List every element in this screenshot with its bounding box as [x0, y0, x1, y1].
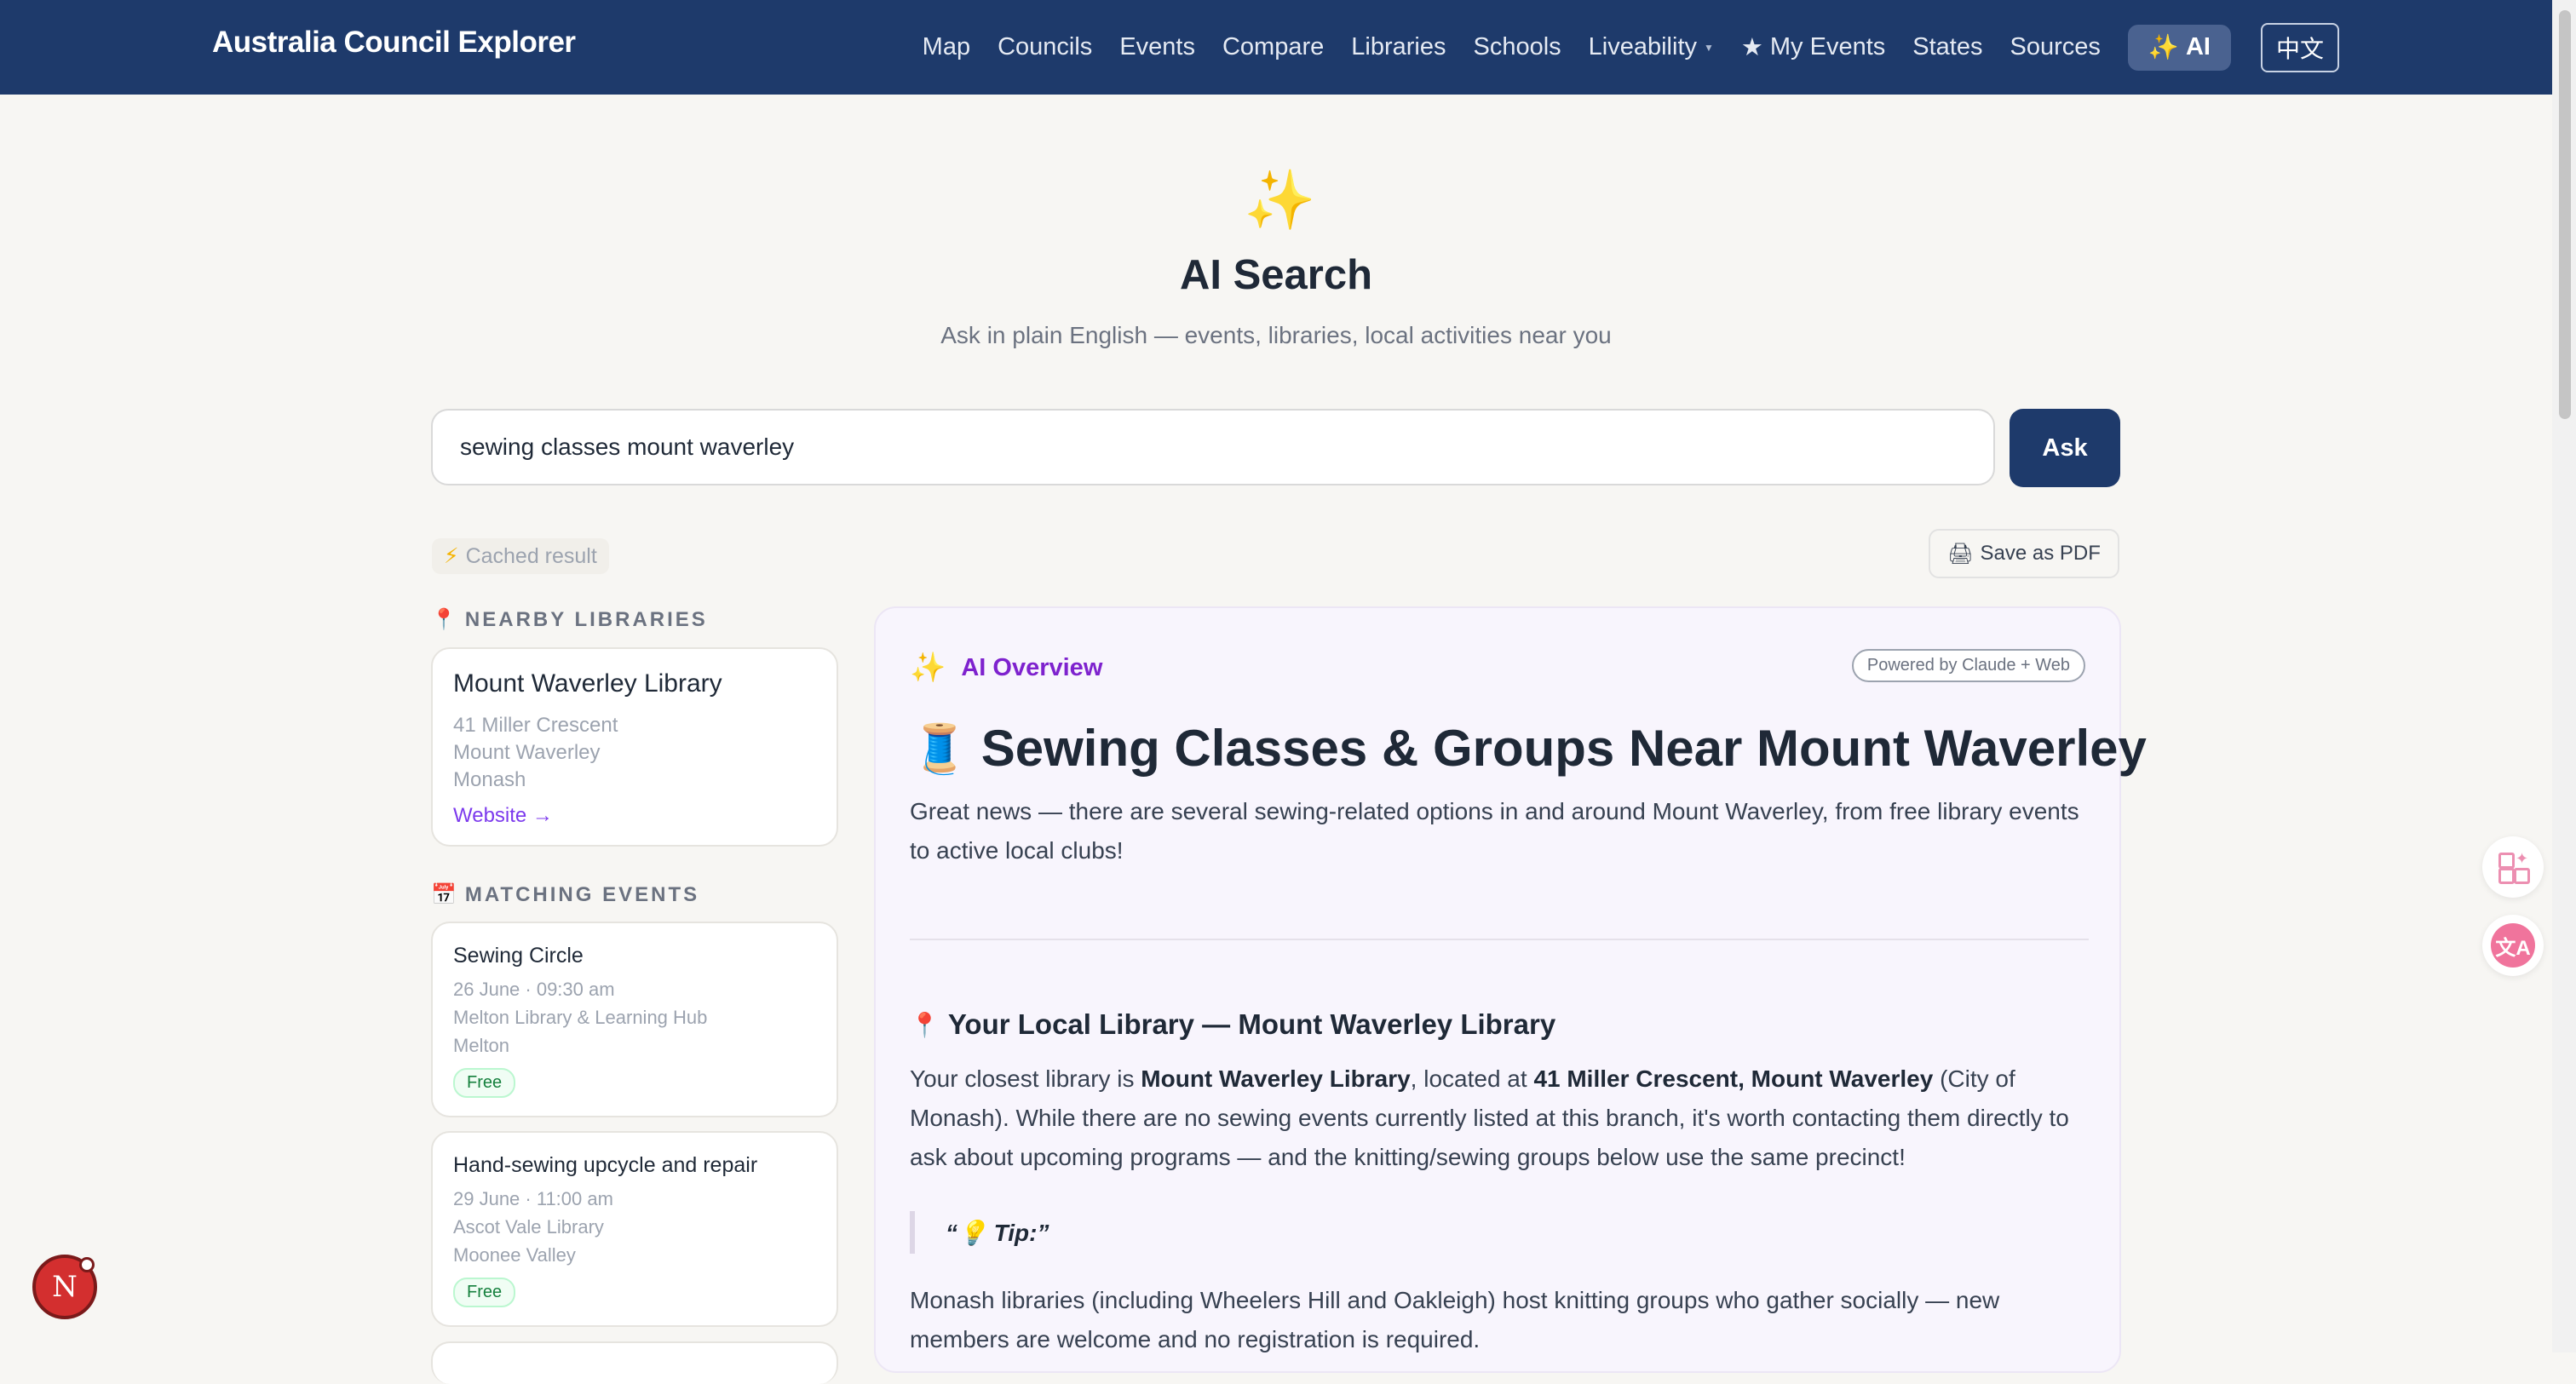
search-input[interactable]: [431, 409, 1995, 485]
language-toggle[interactable]: 中文: [2260, 22, 2339, 72]
sparkles-icon: ✨: [910, 652, 946, 684]
nav-map[interactable]: Map: [923, 33, 970, 61]
main-nav: Map Councils Events Compare Libraries Sc…: [923, 0, 2339, 95]
scrollbar-thumb[interactable]: [2559, 10, 2571, 419]
nav-schools[interactable]: Schools: [1473, 33, 1561, 61]
sparkles-icon: ✨: [2148, 33, 2179, 61]
library-council: Monash: [453, 768, 526, 791]
event-card[interactable]: Sewing Circle 26 June · 09:30 am Melton …: [431, 922, 838, 1117]
event-council: Melton: [453, 1035, 510, 1056]
ai-overview-panel: ✨ AI Overview Powered by Claude + Web 🧵 S…: [874, 606, 2147, 1373]
library-card[interactable]: Mount Waverley Library 41 Miller Crescen…: [431, 647, 838, 847]
free-badge: Free: [453, 1278, 516, 1307]
free-badge: Free: [453, 1068, 516, 1098]
event-venue: Ascot Vale Library: [453, 1216, 604, 1238]
pin-icon: 📍: [910, 1011, 940, 1038]
nearby-libraries-heading: 📍 NEARBY LIBRARIES: [431, 607, 708, 632]
library-address: 41 Miller Crescent: [453, 714, 618, 737]
nav-libraries[interactable]: Libraries: [1351, 33, 1446, 61]
save-pdf-button[interactable]: 🖨 Save as PDF: [1929, 529, 2119, 578]
top-navbar: Australia Council Explorer Map Councils …: [0, 0, 2552, 95]
ask-button[interactable]: Ask: [2010, 409, 2120, 487]
divider: [910, 939, 2089, 940]
nav-ai[interactable]: ✨ AI: [2127, 24, 2231, 71]
ai-overview-header: ✨ AI Overview: [910, 652, 1103, 684]
sparkles-icon: ✨: [1244, 168, 1316, 233]
star-icon: ★: [1740, 34, 1763, 61]
overview-title: 🧵 Sewing Classes & Groups Near Mount Wave…: [910, 720, 2147, 777]
nav-states[interactable]: States: [1912, 33, 1982, 61]
event-card[interactable]: Hand-sewing upcycle and repair 29 June ·…: [431, 1131, 838, 1327]
overview-paragraph: Your closest library is Mount Waverley L…: [910, 1065, 2069, 1170]
section-heading: 📍 Your Local Library — Mount Waverley Lib…: [910, 1008, 1556, 1040]
thread-spool-icon: 🧵: [910, 721, 969, 775]
event-card[interactable]: [431, 1341, 838, 1384]
page-scrollbar[interactable]: [2552, 0, 2576, 1352]
page-subtitle: Ask in plain English — events, libraries…: [940, 322, 1612, 348]
calendar-icon: 📅: [431, 883, 457, 906]
translate-icon[interactable]: 文A: [2482, 915, 2544, 976]
nav-my-events[interactable]: ★ My Events: [1741, 32, 1885, 62]
page-title: AI Search: [1179, 252, 1373, 298]
powered-by-badge: Powered by Claude + Web: [1851, 649, 2085, 682]
printer-icon: 🖨: [1947, 542, 1974, 566]
caret-down-icon: ▼: [1704, 41, 1714, 54]
cached-indicator: ⚡ Cached result: [432, 538, 609, 574]
notification-dot: [79, 1257, 95, 1272]
brand-logo[interactable]: Australia Council Explorer: [212, 26, 576, 60]
event-name: Sewing Circle: [453, 944, 584, 968]
library-suburb: Mount Waverley: [453, 741, 601, 764]
overview-intro: Great news — there are several sewing-re…: [910, 798, 2079, 864]
nav-liveability[interactable]: Liveability ▼: [1589, 33, 1714, 61]
nav-events[interactable]: Events: [1119, 33, 1195, 61]
overview-paragraph: Monash libraries (including Wheelers Hil…: [910, 1287, 2000, 1352]
nav-councils[interactable]: Councils: [998, 33, 1092, 61]
nav-sources[interactable]: Sources: [2010, 33, 2100, 61]
event-name: Hand-sewing upcycle and repair: [453, 1153, 758, 1177]
matching-events-heading: 📅 MATCHING EVENTS: [431, 882, 700, 907]
event-venue: Melton Library & Learning Hub: [453, 1007, 708, 1028]
lightning-icon: ⚡: [444, 544, 459, 568]
event-datetime: 26 June · 09:30 am: [453, 979, 615, 1000]
event-council: Moonee Valley: [453, 1244, 576, 1266]
library-name: Mount Waverley Library: [453, 669, 722, 698]
event-datetime: 29 June · 11:00 am: [453, 1188, 613, 1209]
tip-quote: “💡 Tip:”: [910, 1211, 1049, 1254]
nav-compare[interactable]: Compare: [1222, 33, 1324, 61]
apps-icon[interactable]: ✦: [2482, 836, 2544, 898]
library-website-link[interactable]: Website →: [453, 804, 816, 828]
pin-icon: 📍: [431, 608, 457, 631]
